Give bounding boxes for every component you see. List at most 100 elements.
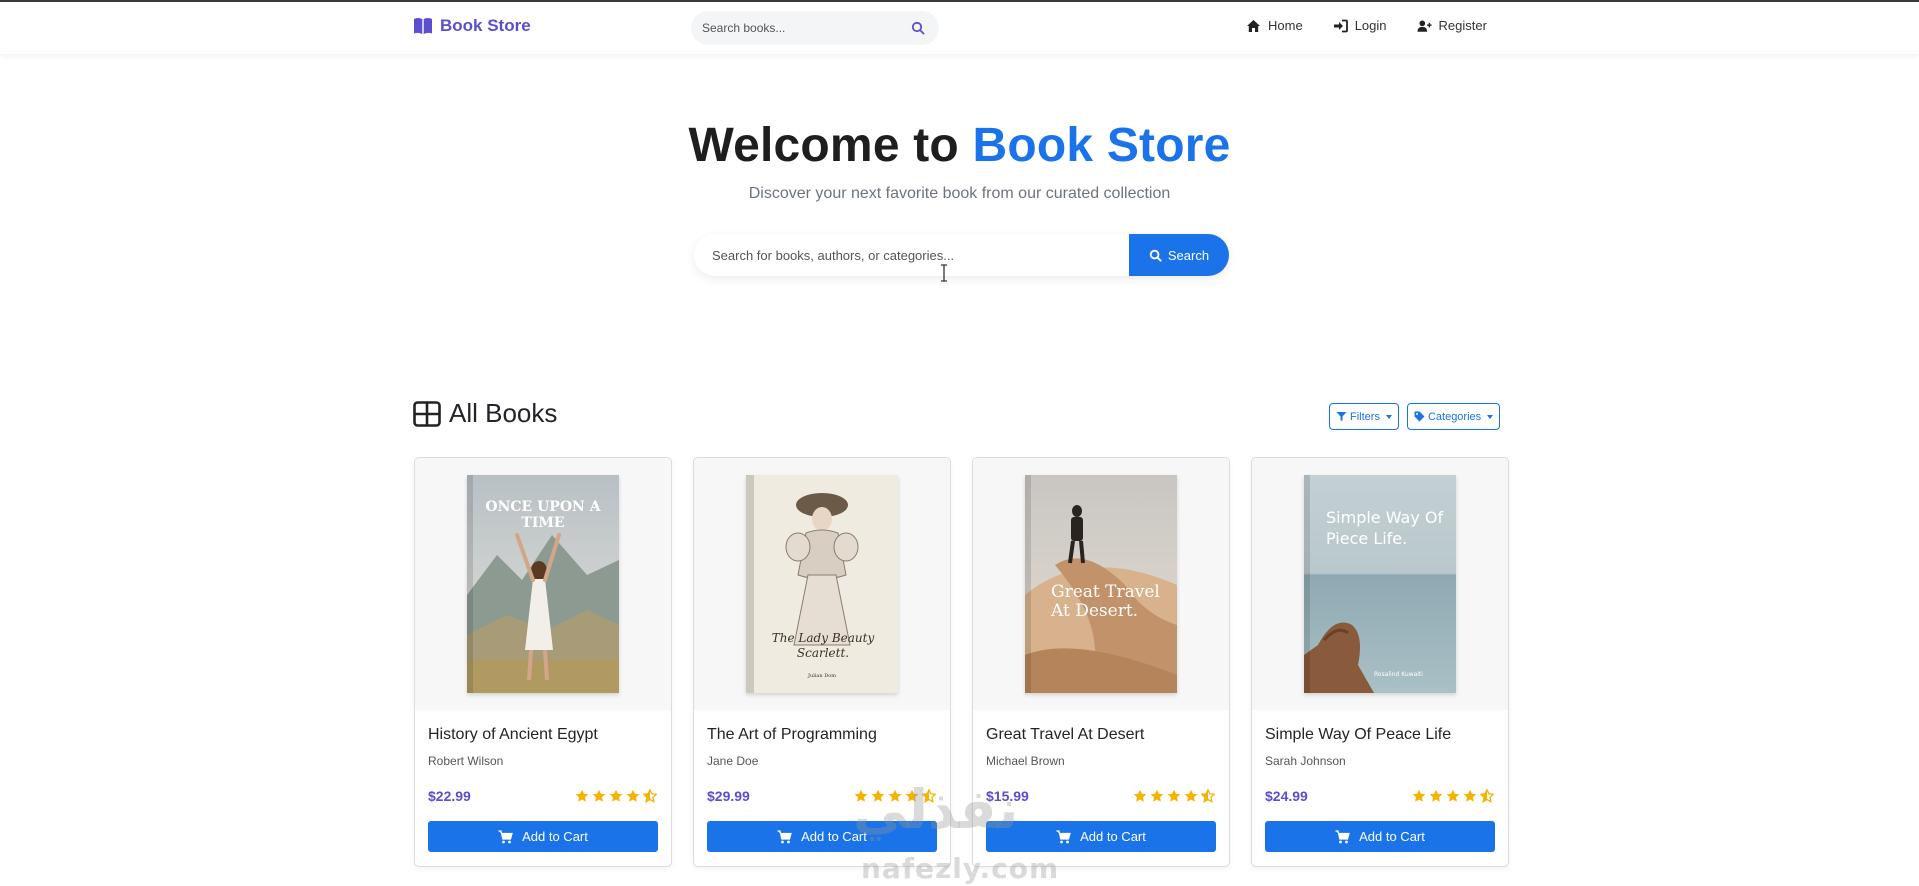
nav-register-link[interactable]: Register [1416, 18, 1487, 33]
star-full-icon [1133, 789, 1147, 802]
book-title[interactable]: History of Ancient Egypt [428, 726, 598, 744]
nav-search-box [691, 11, 939, 45]
brand-name: Book Store [440, 16, 531, 35]
book-author: Sarah Johnson [1265, 754, 1346, 768]
hero-title: Welcome to Book Store [0, 118, 1919, 173]
add-to-cart-button[interactable]: Add to Cart [707, 821, 937, 852]
book-cover: Simple Way Of Piece Life. Rosalind Kuwai… [1304, 475, 1456, 693]
star-rating [854, 789, 936, 803]
book-cover-area: Simple Way Of Piece Life. Rosalind Kuwai… [1252, 458, 1508, 710]
book-author: Jane Doe [707, 754, 759, 768]
book-author: Michael Brown [986, 754, 1065, 768]
search-icon [1149, 249, 1162, 262]
star-half-icon [1480, 789, 1494, 803]
add-to-cart-label: Add to Cart [1080, 829, 1146, 844]
star-full-icon [854, 789, 868, 802]
star-full-icon [1167, 789, 1181, 802]
filter-icon [1336, 412, 1347, 421]
book-cover: The Lady Beauty Scarlett. Julian Dom [746, 475, 898, 693]
grid-icon [413, 400, 441, 427]
star-full-icon [626, 789, 640, 802]
book-cover-area: Great Travel At Desert. [973, 458, 1229, 710]
chevron-down-icon [1385, 414, 1392, 419]
section-title-label: All Books [449, 398, 558, 428]
book-cover-area: The Lady Beauty Scarlett. Julian Dom [694, 458, 950, 710]
star-full-icon [888, 789, 902, 802]
star-half-icon [1201, 789, 1215, 803]
book-grid: ONCE UPON A TIME History of Ancient Egyp… [414, 457, 1509, 867]
navbar: Book Store Home Login [0, 2, 1919, 54]
star-half-icon [643, 789, 657, 803]
search-icon[interactable] [911, 21, 925, 35]
star-rating [1133, 789, 1215, 803]
section-title: All Books [413, 398, 557, 429]
book-card[interactable]: Simple Way Of Piece Life. Rosalind Kuwai… [1251, 457, 1509, 867]
nav-login-link[interactable]: Login [1333, 18, 1387, 33]
book-price: $29.99 [707, 788, 750, 804]
book-cover-area: ONCE UPON A TIME [415, 458, 671, 710]
star-full-icon [592, 789, 606, 802]
filter-group: Filters Categories [1329, 403, 1501, 430]
nav-login-label: Login [1354, 18, 1387, 33]
user-plus-icon [1416, 20, 1432, 32]
nav-home-label: Home [1268, 18, 1303, 33]
book-title[interactable]: Great Travel At Desert [986, 726, 1144, 744]
filters-dropdown[interactable]: Filters [1329, 403, 1399, 430]
book-title[interactable]: The Art of Programming [707, 726, 877, 744]
book-price: $24.99 [1265, 788, 1308, 804]
add-to-cart-label: Add to Cart [522, 829, 588, 844]
book-cover: ONCE UPON A TIME [467, 475, 619, 693]
hero-subtitle: Discover your next favorite book from ou… [748, 185, 1171, 202]
cart-icon [1056, 829, 1071, 843]
cart-icon [1335, 829, 1350, 843]
book-title[interactable]: Simple Way Of Peace Life [1265, 726, 1451, 744]
nav-register-label: Register [1438, 18, 1487, 33]
hero-title-prefix: Welcome to [688, 119, 973, 172]
filters-label: Filters [1350, 410, 1380, 423]
star-full-icon [1463, 789, 1477, 802]
hero-search-button-label: Search [1167, 247, 1210, 263]
hero-search-button[interactable]: Search [1129, 234, 1229, 276]
star-rating [575, 789, 657, 803]
book-price: $22.99 [428, 788, 471, 804]
add-to-cart-label: Add to Cart [801, 829, 867, 844]
cart-icon [498, 829, 513, 843]
book-cover-text: ONCE UPON A TIME [485, 499, 601, 531]
book-cover-text: Great Travel At Desert. [1051, 582, 1160, 621]
star-full-icon [575, 789, 589, 802]
add-to-cart-button[interactable]: Add to Cart [1265, 821, 1495, 852]
book-card[interactable]: Great Travel At Desert. Great Travel At … [972, 457, 1230, 867]
hero-title-accent: Book Store [972, 119, 1231, 172]
book-cover: Great Travel At Desert. [1025, 475, 1177, 693]
nav-search-input[interactable] [702, 21, 911, 35]
add-to-cart-button[interactable]: Add to Cart [428, 821, 658, 852]
book-card[interactable]: The Lady Beauty Scarlett. Julian Dom The… [693, 457, 951, 867]
brand-logo[interactable]: Book Store [413, 16, 531, 36]
star-full-icon [871, 789, 885, 802]
hero-search-input[interactable] [694, 234, 1129, 276]
star-full-icon [1150, 789, 1164, 802]
book-card[interactable]: ONCE UPON A TIME History of Ancient Egyp… [414, 457, 672, 867]
book-cover-text: Simple Way Of Piece Life. [1326, 508, 1444, 548]
text-cursor-icon [941, 264, 947, 282]
book-open-icon [414, 18, 432, 34]
login-icon [1333, 19, 1348, 32]
star-full-icon [1429, 789, 1443, 802]
tag-icon [1414, 411, 1425, 422]
hero-search-bar: Search [694, 234, 1229, 276]
star-full-icon [1446, 789, 1460, 802]
star-full-icon [905, 789, 919, 802]
nav-links: Home Login Register [1246, 18, 1487, 33]
nav-home-link[interactable]: Home [1246, 18, 1303, 33]
star-full-icon [1412, 789, 1426, 802]
book-cover-small-text: Julian Dom [808, 673, 836, 679]
add-to-cart-label: Add to Cart [1359, 829, 1425, 844]
chevron-down-icon [1487, 414, 1494, 419]
star-full-icon [609, 789, 623, 802]
categories-dropdown[interactable]: Categories [1406, 403, 1501, 430]
home-icon [1247, 19, 1260, 32]
book-price: $15.99 [986, 788, 1029, 804]
book-author: Robert Wilson [428, 754, 504, 768]
categories-label: Categories [1427, 410, 1482, 423]
add-to-cart-button[interactable]: Add to Cart [986, 821, 1216, 852]
